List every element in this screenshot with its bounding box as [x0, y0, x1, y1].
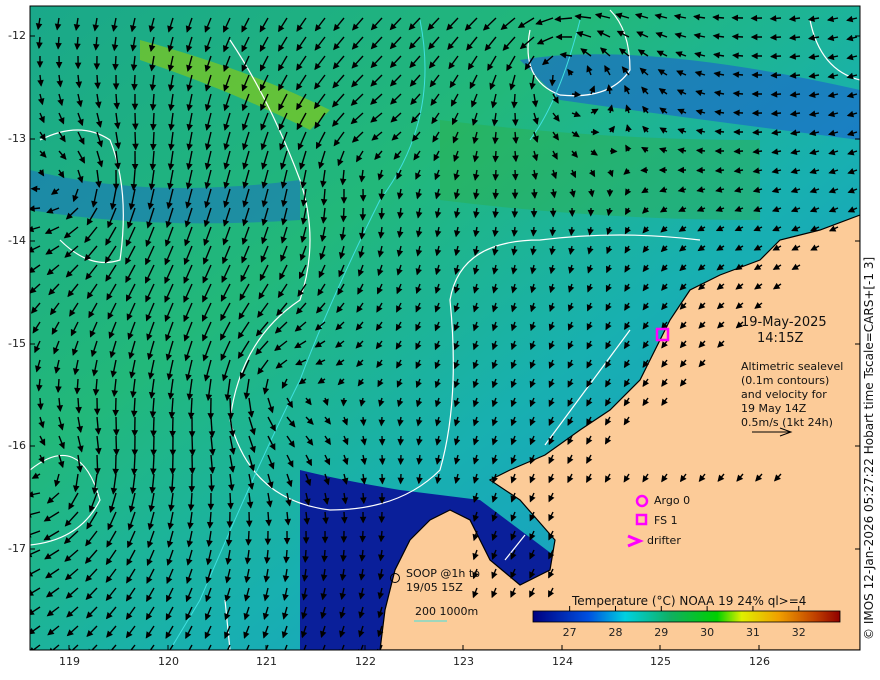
- map-date: 19-May-2025: [741, 315, 827, 330]
- lat-tick-label: -15: [8, 337, 26, 350]
- velocity-arrowhead: [338, 649, 342, 650]
- velocity-arrowhead: [107, 649, 110, 650]
- lon-tick-label: 122: [355, 655, 376, 668]
- lat-tick-label: -14: [8, 234, 26, 247]
- legend-drifter-label: drifter: [647, 534, 681, 547]
- colorbar-tick-label: 28: [608, 626, 623, 639]
- velocity-arrowhead: [186, 651, 191, 657]
- legend-soop-label: SOOP @1h to 19/05 15Z: [406, 567, 480, 594]
- velocity-arrowhead: [281, 649, 283, 650]
- legend-depth-label: 200 1000m: [415, 605, 479, 618]
- velocity-arrowhead: [127, 649, 129, 650]
- lat-tick-label: -12: [8, 29, 26, 42]
- legend-argo-label: Argo 0: [654, 494, 691, 507]
- lat-tick-label: -16: [8, 439, 26, 452]
- colorbar-tick-label: 30: [700, 626, 715, 639]
- credit-text: © IMOS 12-Jan-2026 05:27:22 Hobart time …: [862, 256, 876, 640]
- lon-tick-label: 121: [256, 655, 277, 668]
- lat-tick-label: -13: [8, 132, 26, 145]
- lon-tick-label: 126: [749, 655, 770, 668]
- velocity-arrowhead: [224, 651, 229, 657]
- velocity-arrowhead: [30, 225, 35, 233]
- colorbar: [532, 610, 841, 623]
- lon-tick-label: 119: [59, 655, 80, 668]
- velocity-arrowhead: [319, 649, 322, 650]
- colorbar-tick-label: 29: [654, 626, 669, 639]
- velocity-arrowhead: [300, 649, 302, 650]
- colorbar-title: Temperature (°C) NOAA 19 24% ql>=4: [572, 594, 807, 608]
- legend-fs-label: FS 1: [654, 514, 678, 527]
- colorbar-tick-label: 31: [745, 626, 760, 639]
- velocity-arrowhead: [244, 651, 249, 657]
- velocity-arrowhead: [205, 651, 210, 657]
- colorbar-tick-label: 32: [791, 626, 806, 639]
- lon-tick-label: 124: [552, 655, 573, 668]
- lon-tick-label: 120: [158, 655, 179, 668]
- lat-tick-label: -17: [8, 542, 26, 555]
- lon-tick-label: 123: [453, 655, 474, 668]
- map-time: 14:15Z: [757, 331, 804, 346]
- velocity-arrowhead: [146, 649, 148, 650]
- map-description: Altimetric sealevel (0.1m contours) and …: [741, 360, 844, 429]
- lon-tick-label: 125: [650, 655, 671, 668]
- colorbar-tick-label: 27: [562, 626, 577, 639]
